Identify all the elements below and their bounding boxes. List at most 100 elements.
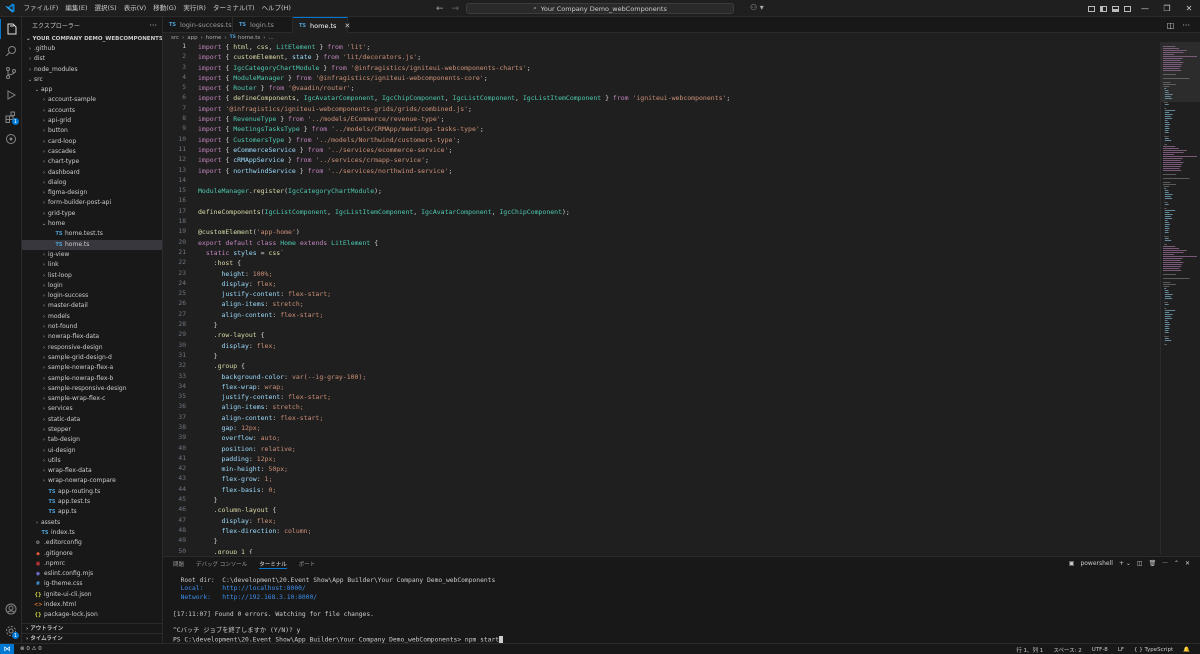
code-line[interactable]: } — [198, 536, 1158, 546]
breadcrumb-home[interactable]: home — [206, 35, 222, 41]
menu-item[interactable]: 編集(E) — [62, 0, 91, 17]
tree-folder[interactable]: › button — [22, 126, 162, 136]
tree-file[interactable]: ▣ .npmrc — [22, 559, 162, 569]
code-line[interactable]: export default class Home extends LitEle… — [198, 238, 1158, 248]
ignite-ui-icon[interactable] — [0, 129, 22, 149]
tree-file[interactable]: TS app.ts — [22, 507, 162, 517]
notifications-bell-icon[interactable]: 🔔 — [1183, 647, 1190, 653]
project-root[interactable]: ⌄ YOUR COMPANY DEMO_WEBCOMPONENTS — [22, 34, 162, 44]
kill-terminal-icon[interactable]: 🗑 — [1149, 560, 1157, 567]
code-line[interactable]: import { ModuleManager } from '@infragis… — [198, 73, 1158, 83]
accounts-icon[interactable] — [0, 599, 22, 619]
tree-file[interactable]: TS home.test.ts — [22, 229, 162, 239]
tree-folder[interactable]: › grid-type — [22, 209, 162, 219]
tree-folder[interactable]: › wrap-flex-data — [22, 466, 162, 476]
tree-file[interactable]: TS app-routing.ts — [22, 487, 162, 497]
tree-folder[interactable]: › chart-type — [22, 157, 162, 167]
minimap-slider[interactable] — [1161, 42, 1200, 102]
code-line[interactable]: display: flex; — [198, 516, 1158, 526]
more-actions-icon[interactable]: ··· — [1182, 21, 1190, 30]
tree-folder[interactable]: ⌄ src — [22, 75, 162, 85]
code-line[interactable]: import { RevenueType } from '../models/E… — [198, 114, 1158, 124]
end-of-line[interactable]: LF — [1118, 647, 1124, 653]
code-line[interactable] — [198, 217, 1158, 227]
toggle-secondary-sidebar-icon[interactable] — [1124, 5, 1131, 12]
code-line[interactable]: background-color: var(--ig-gray-100); — [198, 372, 1158, 382]
code-line[interactable]: position: relative; — [198, 444, 1158, 454]
code-line[interactable]: justify-content: flex-start; — [198, 289, 1158, 299]
tree-folder[interactable]: › dialog — [22, 178, 162, 188]
tree-folder[interactable]: › sample-grid-design-d — [22, 353, 162, 363]
new-terminal-icon[interactable]: + ⌄ — [1119, 560, 1131, 567]
tree-folder[interactable]: › ui-design — [22, 446, 162, 456]
tree-folder[interactable]: › sample-responsive-design — [22, 384, 162, 394]
indentation[interactable]: スペース: 2 — [1053, 646, 1081, 654]
code-line[interactable]: } — [198, 351, 1158, 361]
encoding[interactable]: UTF-8 — [1092, 647, 1108, 653]
code-line[interactable]: display: flex; — [198, 341, 1158, 351]
outline-section[interactable]: › アウトライン — [22, 623, 162, 633]
tab-login-success[interactable]: TS login-success.ts — [163, 17, 233, 33]
code-line[interactable]: align-items: stretch; — [198, 402, 1158, 412]
tree-file[interactable]: <> index.html — [22, 600, 162, 610]
code-line[interactable]: import { CustomersType } from '../models… — [198, 135, 1158, 145]
restore-icon[interactable]: ❐ — [1156, 0, 1178, 17]
code-line[interactable]: import { customElement, state } from 'li… — [198, 52, 1158, 62]
code-line[interactable]: .group { — [198, 361, 1158, 371]
code-line[interactable]: align-content: flex-start; — [198, 413, 1158, 423]
back-arrow-icon[interactable]: ← — [436, 4, 444, 14]
toggle-panel-layout-icon[interactable] — [1088, 5, 1095, 12]
menu-item[interactable]: 移動(G) — [150, 0, 180, 17]
code-line[interactable]: } — [198, 495, 1158, 505]
breadcrumb-src[interactable]: src — [171, 35, 179, 41]
tree-folder[interactable]: › stepper — [22, 425, 162, 435]
tree-folder[interactable]: › list-loop — [22, 271, 162, 281]
close-icon[interactable]: ✕ — [1178, 0, 1200, 17]
tab-ports[interactable]: ポート — [299, 560, 316, 568]
tree-folder[interactable]: › services — [22, 404, 162, 414]
forward-arrow-icon[interactable]: → — [452, 4, 460, 14]
tree-folder[interactable]: › sample-wrap-flex-c — [22, 394, 162, 404]
code-line[interactable]: import { eCommerceService } from '../ser… — [198, 145, 1158, 155]
tab-terminal[interactable]: ターミナル — [259, 560, 287, 569]
tab-login[interactable]: TS login.ts — [233, 17, 293, 33]
tree-folder[interactable]: › dashboard — [22, 168, 162, 178]
code-line[interactable]: flex-wrap: wrap; — [198, 382, 1158, 392]
tree-folder[interactable]: › not-found — [22, 322, 162, 332]
tree-folder[interactable]: › cascades — [22, 147, 162, 157]
tree-file[interactable]: TS index.ts — [22, 528, 162, 538]
code-line[interactable]: display: flex; — [198, 279, 1158, 289]
menu-item[interactable]: ターミナル(T) — [209, 0, 258, 17]
code-line[interactable]: static styles = css` — [198, 248, 1158, 258]
menu-item[interactable]: ヘルプ(H) — [258, 0, 294, 17]
tree-folder[interactable]: › utils — [22, 456, 162, 466]
code-line[interactable]: import '@infragistics/igniteui-webcompon… — [198, 104, 1158, 114]
tab-debug-console[interactable]: デバッグ コンソール — [196, 560, 247, 568]
tree-folder[interactable]: › login-success — [22, 291, 162, 301]
toggle-sidebar-icon[interactable] — [1100, 5, 1107, 12]
tree-file[interactable]: ◆ .gitignore — [22, 549, 162, 559]
tree-folder[interactable]: › figma-design — [22, 188, 162, 198]
tree-folder[interactable]: › responsive-design — [22, 343, 162, 353]
source-control-icon[interactable] — [0, 63, 22, 83]
tree-file[interactable]: # ig-theme.css — [22, 579, 162, 589]
tree-folder[interactable]: › accounts — [22, 106, 162, 116]
code-line[interactable]: ModuleManager.register(IgcCategoryChartM… — [198, 186, 1158, 196]
code-line[interactable]: flex-direction: column; — [198, 526, 1158, 536]
minimize-icon[interactable]: — — [1134, 0, 1156, 17]
tree-folder[interactable]: › login — [22, 281, 162, 291]
copilot-icon[interactable]: ⚇ ▾ — [750, 3, 764, 12]
code-line[interactable]: import { defineComponents, IgcAvatarComp… — [198, 93, 1158, 103]
code-line[interactable]: overflow: auto; — [198, 433, 1158, 443]
tree-folder[interactable]: › account-sample — [22, 95, 162, 105]
tree-file[interactable]: {} ignite-ui-cli.json — [22, 590, 162, 600]
code-line[interactable]: .row-layout { — [198, 330, 1158, 340]
menu-item[interactable]: 実行(R) — [180, 0, 210, 17]
tree-folder[interactable]: › card-loop — [22, 137, 162, 147]
toggle-bottom-panel-icon[interactable] — [1112, 5, 1119, 12]
breadcrumb-file[interactable]: home.ts — [238, 35, 260, 41]
tree-folder[interactable]: › tab-design — [22, 435, 162, 445]
remote-indicator-icon[interactable]: ⋈ — [0, 643, 14, 654]
tree-folder[interactable]: ⌄ app — [22, 85, 162, 95]
code-line[interactable]: import { IgcCategoryChartModule } from '… — [198, 63, 1158, 73]
